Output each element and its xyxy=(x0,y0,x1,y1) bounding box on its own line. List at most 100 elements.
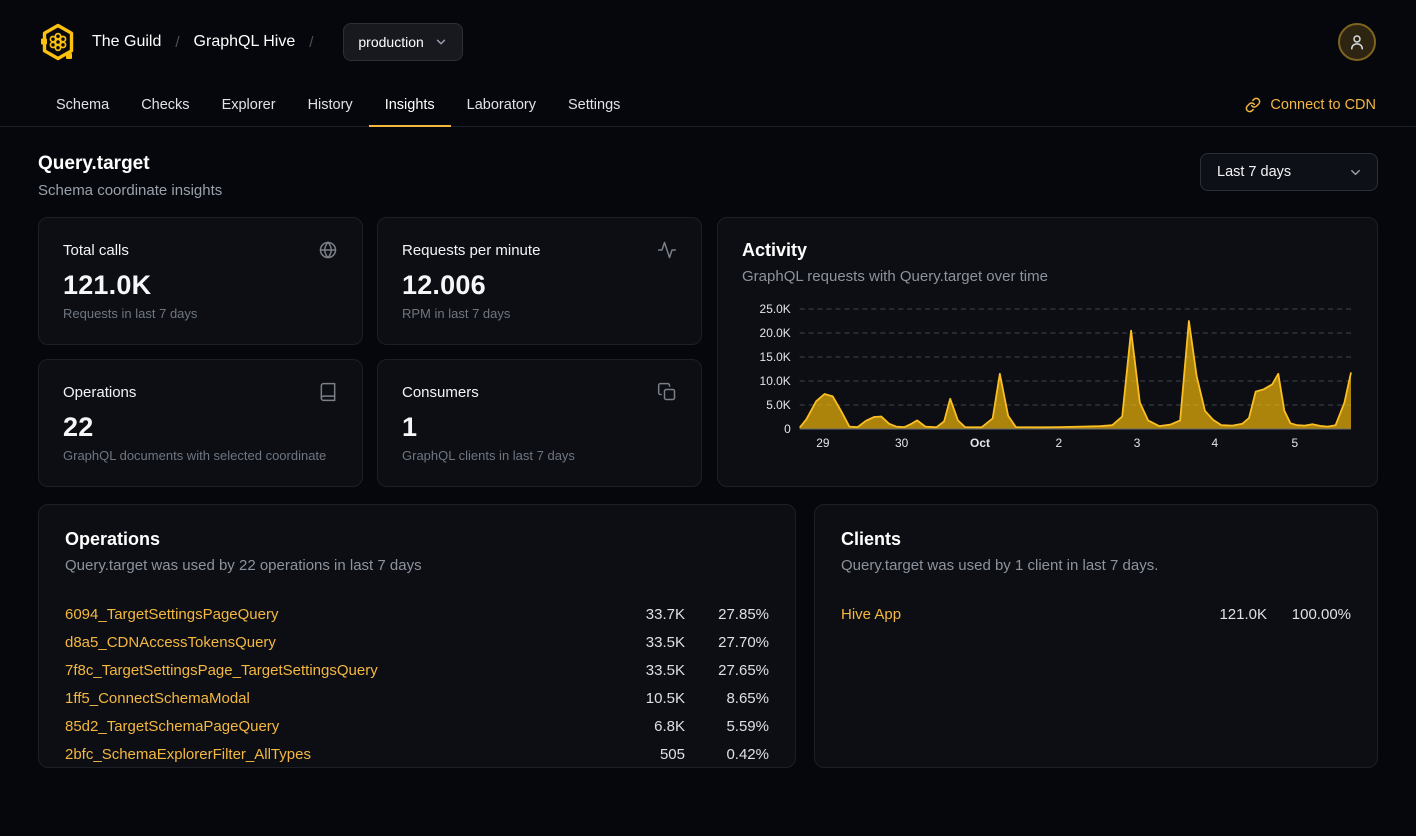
stat-description: Requests in last 7 days xyxy=(63,306,338,321)
client-link[interactable]: Hive App xyxy=(841,606,1195,623)
requests-per-minute-card: Requests per minute 12.006 RPM in last 7… xyxy=(377,217,702,345)
operation-count: 33.7K xyxy=(613,606,685,623)
chevron-down-icon xyxy=(434,35,448,49)
stat-label: Total calls xyxy=(63,242,129,259)
operation-count: 505 xyxy=(613,746,685,763)
operation-percent: 27.65% xyxy=(685,662,769,679)
stat-description: RPM in last 7 days xyxy=(402,306,677,321)
tab-explorer[interactable]: Explorer xyxy=(206,84,292,126)
operation-link[interactable]: 2bfc_SchemaExplorerFilter_AllTypes xyxy=(65,746,613,763)
activity-title: Activity xyxy=(742,240,1353,261)
client-count: 121.0K xyxy=(1195,606,1267,623)
nav-spacer xyxy=(636,84,1245,126)
environment-select[interactable]: production xyxy=(343,23,462,61)
clients-subtitle: Query.target was used by 1 client in las… xyxy=(841,557,1351,574)
consumers-card: Consumers 1 GraphQL clients in last 7 da… xyxy=(377,359,702,487)
table-row: Hive App 121.0K 100.00% xyxy=(841,600,1351,628)
stat-description: GraphQL clients in last 7 days xyxy=(402,448,677,463)
tab-insights[interactable]: Insights xyxy=(369,84,451,126)
activity-chart-card: Activity GraphQL requests with Query.tar… xyxy=(717,217,1378,487)
svg-text:20.0K: 20.0K xyxy=(760,326,791,340)
page-title: Query.target xyxy=(38,153,222,175)
page-head: Query.target Schema coordinate insights … xyxy=(38,153,1378,199)
operation-link[interactable]: 85d2_TargetSchemaPageQuery xyxy=(65,718,613,735)
header-top-row: The Guild / GraphQL Hive / production xyxy=(40,0,1376,84)
operation-percent: 8.65% xyxy=(685,690,769,707)
tab-checks[interactable]: Checks xyxy=(125,84,205,126)
operations-subtitle: Query.target was used by 22 operations i… xyxy=(65,557,769,574)
page-subtitle: Schema coordinate insights xyxy=(38,182,222,199)
svg-text:29: 29 xyxy=(816,436,830,450)
table-row: 6094_TargetSettingsPageQuery 33.7K 27.85… xyxy=(65,600,769,628)
svg-text:4: 4 xyxy=(1212,436,1219,450)
stat-label: Consumers xyxy=(402,384,479,401)
operation-percent: 5.59% xyxy=(685,718,769,735)
table-row: 85d2_TargetSchemaPageQuery 6.8K 5.59% xyxy=(65,712,769,740)
operations-title: Operations xyxy=(65,529,769,550)
svg-text:30: 30 xyxy=(895,436,909,450)
date-range-select[interactable]: Last 7 days xyxy=(1200,153,1378,191)
table-row: d8a5_CDNAccessTokensQuery 33.5K 27.70% xyxy=(65,628,769,656)
breadcrumb-project[interactable]: GraphQL Hive xyxy=(194,33,296,51)
operation-link[interactable]: 6094_TargetSettingsPageQuery xyxy=(65,606,613,623)
hive-logo-icon[interactable] xyxy=(40,22,76,62)
svg-text:10.0K: 10.0K xyxy=(760,374,791,388)
link-icon xyxy=(1245,97,1261,113)
svg-text:15.0K: 15.0K xyxy=(760,350,791,364)
stat-value: 1 xyxy=(402,412,677,443)
operation-count: 33.5K xyxy=(613,662,685,679)
operation-count: 6.8K xyxy=(613,718,685,735)
operation-link[interactable]: 1ff5_ConnectSchemaModal xyxy=(65,690,613,707)
svg-text:5.0K: 5.0K xyxy=(766,398,791,412)
total-calls-card: Total calls 121.0K Requests in last 7 da… xyxy=(38,217,363,345)
user-icon xyxy=(1348,33,1366,51)
stat-value: 12.006 xyxy=(402,270,677,301)
operation-link[interactable]: d8a5_CDNAccessTokensQuery xyxy=(65,634,613,651)
environment-select-value: production xyxy=(358,34,423,50)
tab-settings[interactable]: Settings xyxy=(552,84,636,126)
operation-count: 33.5K xyxy=(613,634,685,651)
activity-chart-wrap: 25.0K20.0K15.0K10.0K5.0K02930Oct2345 xyxy=(742,299,1353,461)
table-row: 2bfc_SchemaExplorerFilter_AllTypes 505 0… xyxy=(65,740,769,768)
stats-grid: Total calls 121.0K Requests in last 7 da… xyxy=(38,217,702,487)
user-avatar[interactable] xyxy=(1338,23,1376,61)
breadcrumb-separator: / xyxy=(309,34,313,51)
operation-count: 10.5K xyxy=(613,690,685,707)
activity-icon xyxy=(657,240,677,260)
breadcrumb-separator: / xyxy=(175,34,179,51)
tab-laboratory[interactable]: Laboratory xyxy=(451,84,552,126)
table-row: 1ff5_ConnectSchemaModal 10.5K 8.65% xyxy=(65,684,769,712)
svg-text:2: 2 xyxy=(1055,436,1062,450)
table-row: 7f8c_TargetSettingsPage_TargetSettingsQu… xyxy=(65,656,769,684)
client-percent: 100.00% xyxy=(1267,606,1351,623)
connect-to-cdn-label: Connect to CDN xyxy=(1270,97,1376,113)
svg-text:Oct: Oct xyxy=(970,436,990,450)
operation-link[interactable]: 7f8c_TargetSettingsPage_TargetSettingsQu… xyxy=(65,662,613,679)
page-head-text: Query.target Schema coordinate insights xyxy=(38,153,222,199)
activity-subtitle: GraphQL requests with Query.target over … xyxy=(742,268,1353,285)
book-icon xyxy=(318,382,338,402)
clients-list: Hive App 121.0K 100.00% xyxy=(841,600,1351,628)
svg-text:3: 3 xyxy=(1134,436,1141,450)
operation-percent: 0.42% xyxy=(685,746,769,763)
main-nav: Schema Checks Explorer History Insights … xyxy=(40,84,1376,126)
globe-icon xyxy=(318,240,338,260)
main-content: Query.target Schema coordinate insights … xyxy=(0,153,1416,768)
date-range-value: Last 7 days xyxy=(1217,164,1291,180)
clients-title: Clients xyxy=(841,529,1351,550)
stat-value: 121.0K xyxy=(63,270,338,301)
stat-description: GraphQL documents with selected coordina… xyxy=(63,448,338,463)
tab-history[interactable]: History xyxy=(292,84,369,126)
copy-icon xyxy=(657,382,677,402)
connect-to-cdn-link[interactable]: Connect to CDN xyxy=(1245,84,1376,126)
activity-chart: 25.0K20.0K15.0K10.0K5.0K02930Oct2345 xyxy=(742,299,1353,461)
stat-label: Operations xyxy=(63,384,136,401)
operations-and-clients-row: Operations Query.target was used by 22 o… xyxy=(38,504,1378,768)
app-header: The Guild / GraphQL Hive / production Sc… xyxy=(0,0,1416,127)
operations-list-card: Operations Query.target was used by 22 o… xyxy=(38,504,796,768)
svg-text:0: 0 xyxy=(784,422,791,436)
breadcrumb-org[interactable]: The Guild xyxy=(92,33,161,51)
clients-list-card: Clients Query.target was used by 1 clien… xyxy=(814,504,1378,768)
tab-schema[interactable]: Schema xyxy=(40,84,125,126)
operation-percent: 27.70% xyxy=(685,634,769,651)
